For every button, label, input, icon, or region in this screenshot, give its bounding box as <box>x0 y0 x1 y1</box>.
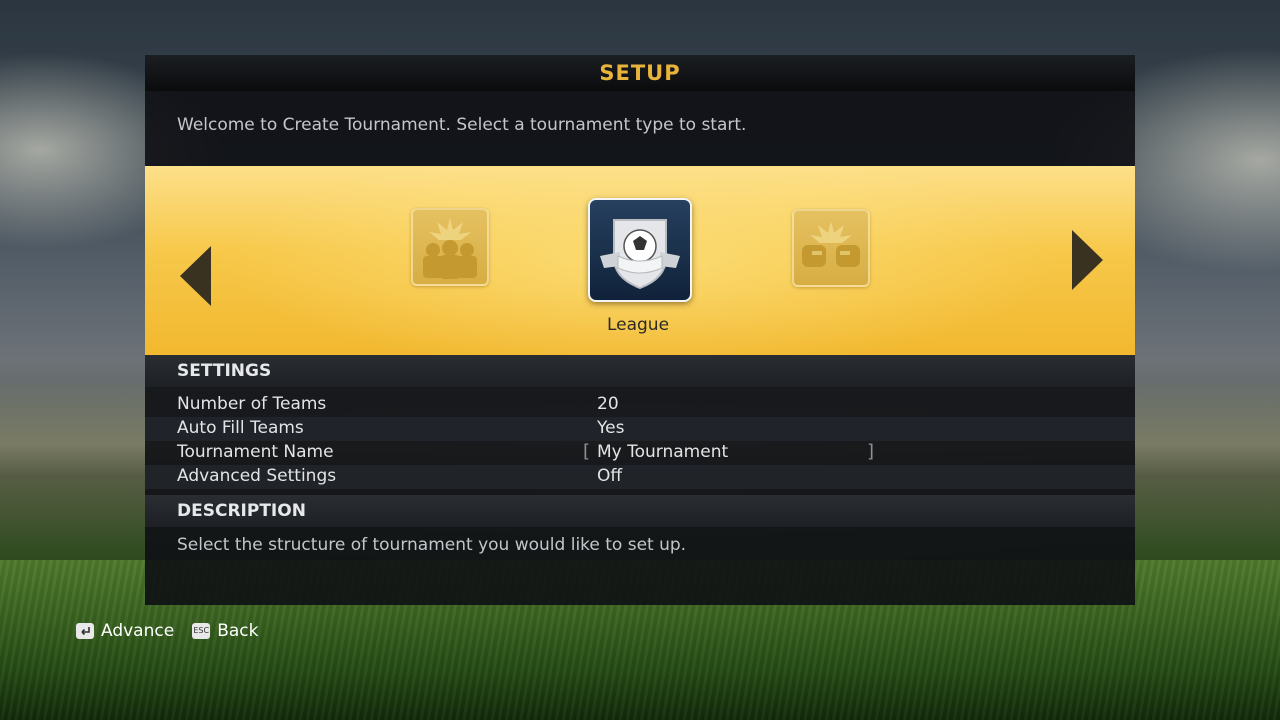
page-title: SETUP <box>599 61 681 85</box>
setting-value: Off <box>597 466 623 486</box>
setting-row-tournament-name[interactable]: Tournament Name [ My Tournament ] <box>145 441 1135 465</box>
advance-hint[interactable]: Advance <box>76 621 174 641</box>
setting-label: Advanced Settings <box>177 466 337 486</box>
setting-label: Auto Fill Teams <box>177 418 304 438</box>
back-hint[interactable]: ESC Back <box>192 621 258 641</box>
button-hints: Advance ESC Back <box>76 621 276 641</box>
description-header: DESCRIPTION <box>145 495 1135 527</box>
setting-row-advanced-settings[interactable]: Advanced Settings Off <box>145 465 1135 489</box>
setting-row-number-of-teams[interactable]: Number of Teams 20 <box>145 393 1135 417</box>
setting-label: Tournament Name <box>177 442 334 462</box>
setting-value: Yes <box>597 418 625 438</box>
settings-header: SETTINGS <box>145 355 1135 387</box>
setup-panel: SETUP Welcome to Create Tournament. Sele… <box>145 55 1135 605</box>
setting-value: 20 <box>597 394 619 414</box>
esc-key-icon: ESC <box>192 623 211 639</box>
text-field-right-bracket-icon: ] <box>867 441 875 462</box>
setting-row-auto-fill-teams[interactable]: Auto Fill Teams Yes <box>145 417 1135 441</box>
carousel-prev-arrow-icon[interactable] <box>180 246 211 306</box>
advance-label: Advance <box>101 621 175 641</box>
title-bar: SETUP <box>145 55 1135 91</box>
league-shield-icon[interactable] <box>588 198 692 302</box>
settings-heading: SETTINGS <box>177 361 272 381</box>
enter-key-icon <box>76 623 94 639</box>
text-field-left-bracket-icon: [ <box>583 441 591 462</box>
tournament-name-input[interactable]: My Tournament <box>597 442 728 462</box>
description-heading: DESCRIPTION <box>177 501 306 521</box>
cup-crowd-icon[interactable] <box>411 208 489 286</box>
carousel-next-arrow-icon[interactable] <box>1072 230 1103 290</box>
tournament-type-carousel[interactable]: League <box>145 166 1135 355</box>
intro-text: Welcome to Create Tournament. Select a t… <box>177 115 747 135</box>
setting-label: Number of Teams <box>177 394 327 414</box>
description-text: Select the structure of tournament you w… <box>177 535 687 555</box>
back-label: Back <box>217 621 259 641</box>
knockout-fists-icon[interactable] <box>792 209 870 287</box>
selected-mode-label: League <box>606 315 670 335</box>
